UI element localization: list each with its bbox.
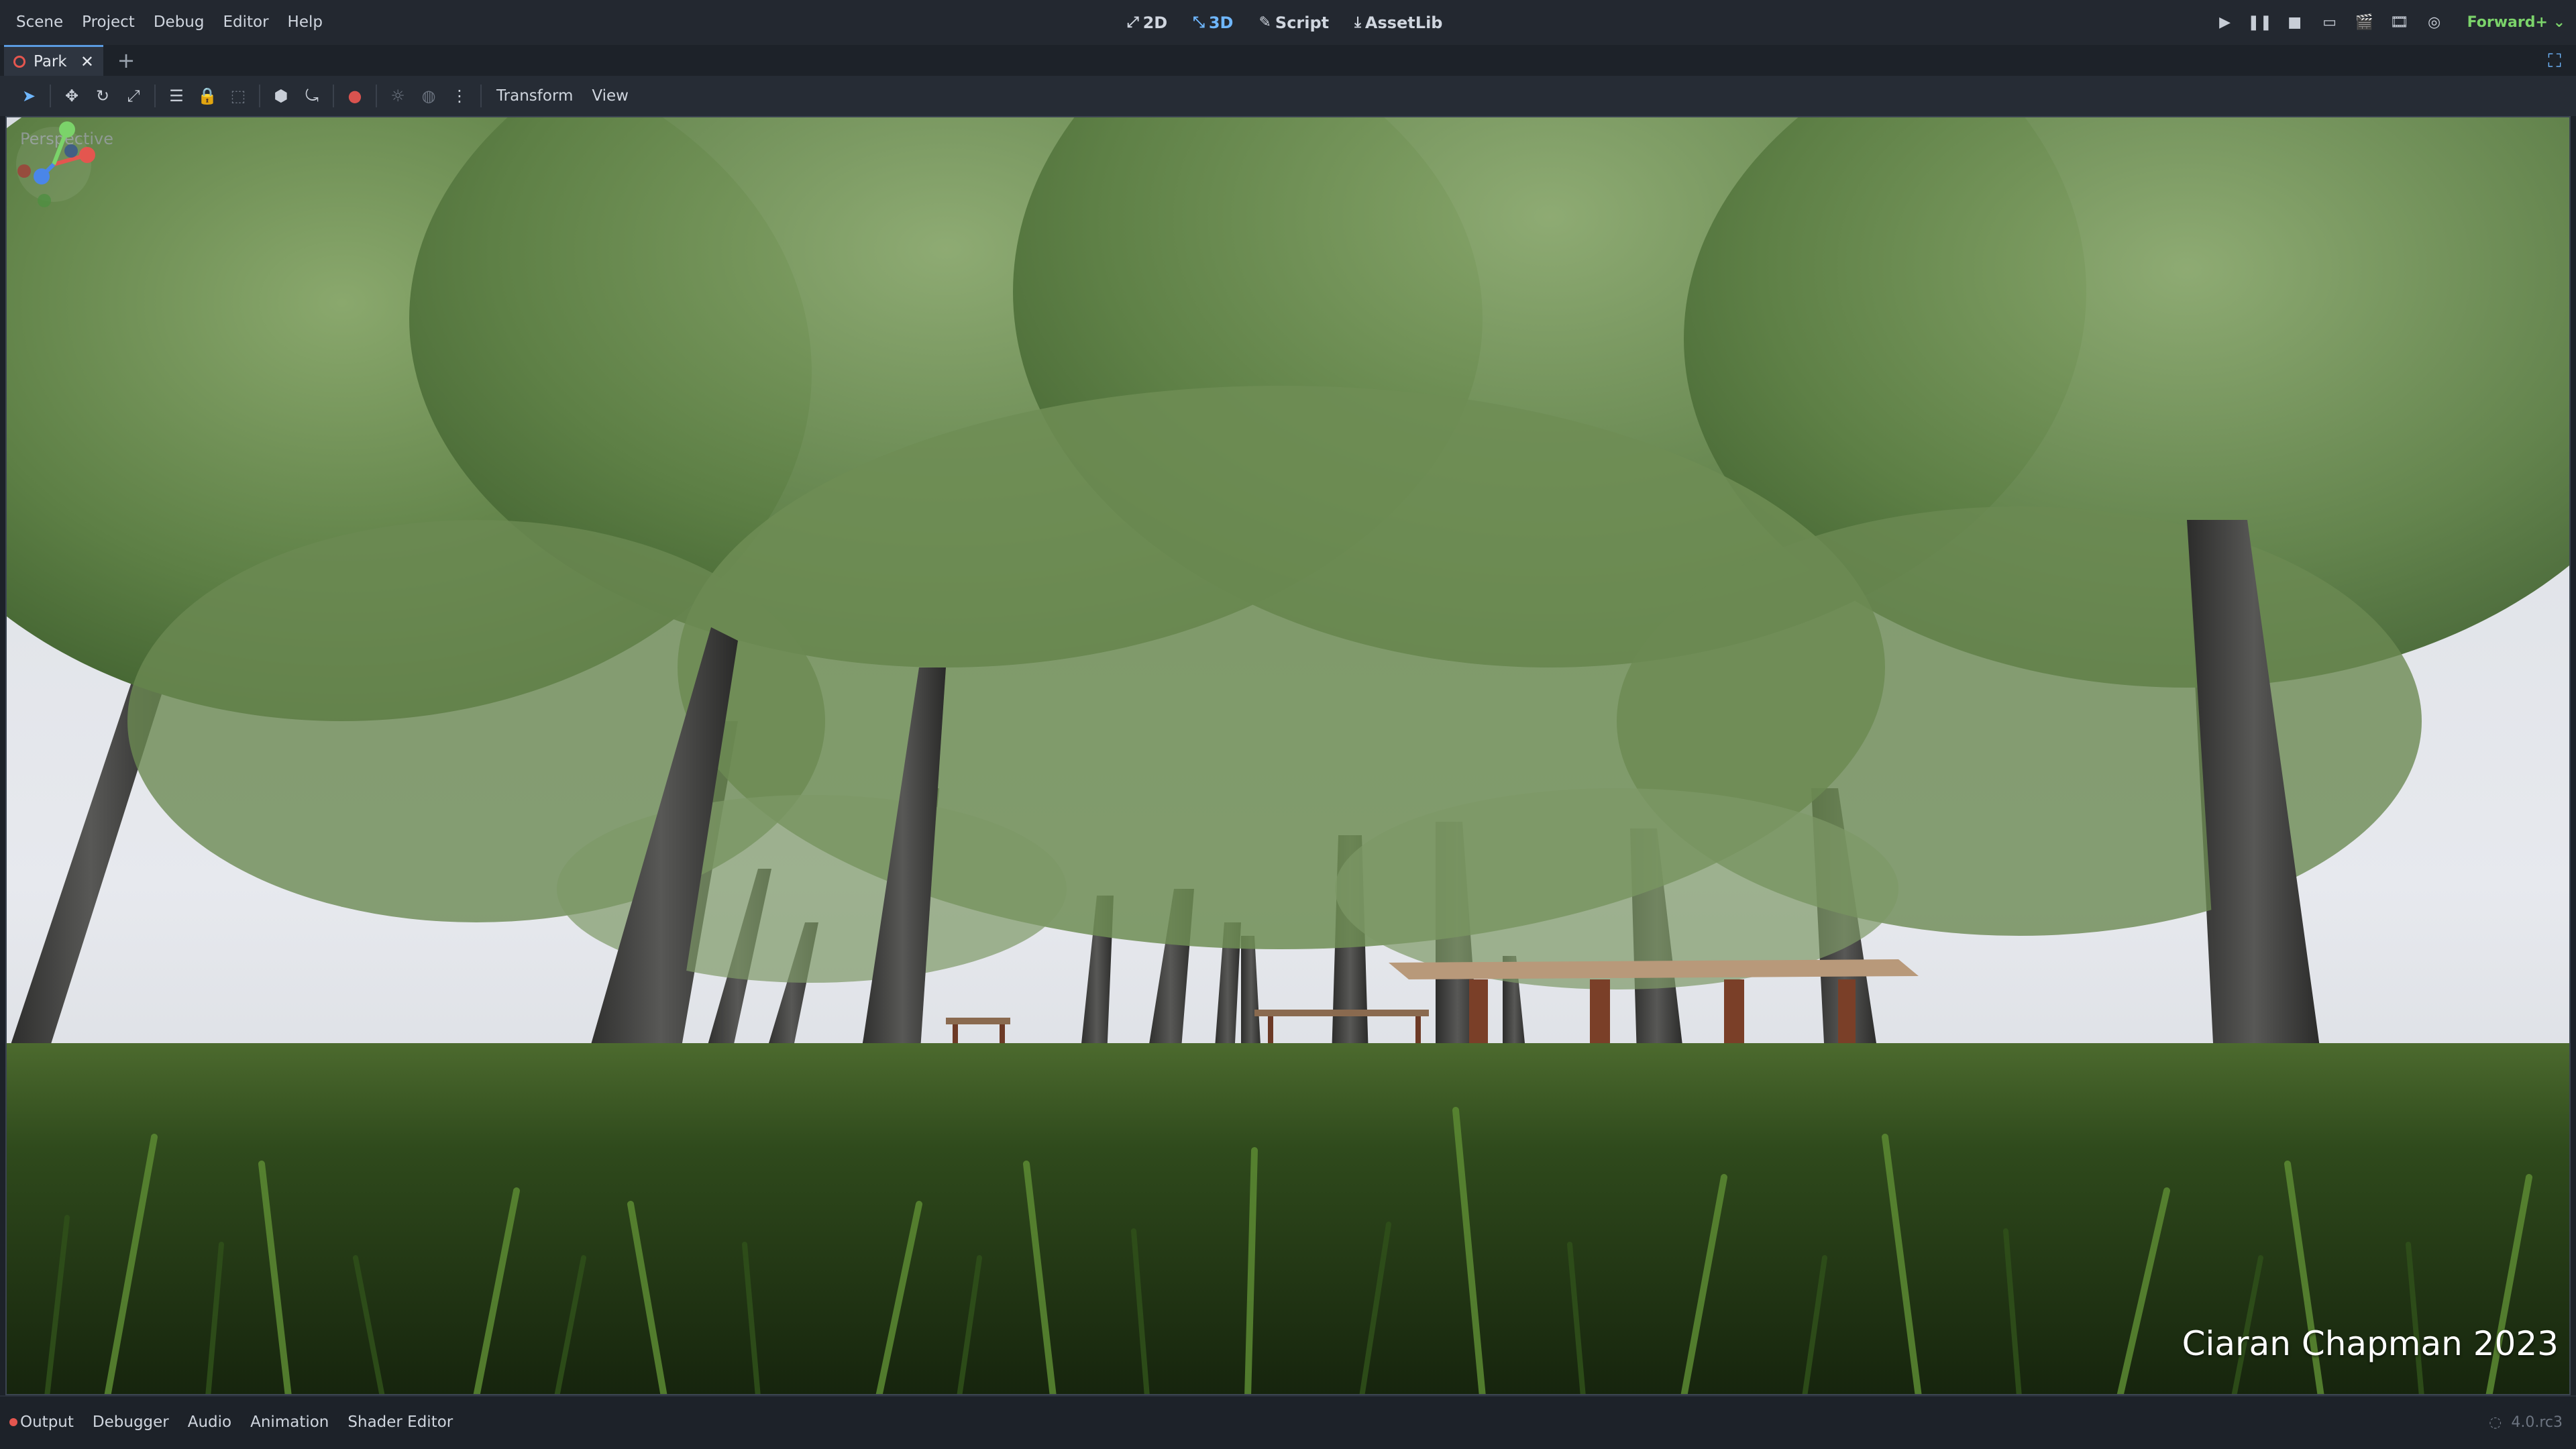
camera-icon: ●: [347, 87, 362, 105]
plus-icon: +: [117, 48, 136, 73]
pause-icon: ❚❚: [2247, 14, 2273, 31]
animation-panel-button[interactable]: Animation: [241, 1413, 338, 1431]
play-icon: ▶: [2219, 14, 2231, 31]
distraction-free-button[interactable]: ⛶: [2544, 50, 2565, 72]
sun-preview-button[interactable]: ☼: [382, 80, 413, 111]
2d-icon: ⤢: [1127, 14, 1139, 31]
toolbar-divider: [50, 85, 51, 107]
menu-bar: Scene Project Debug Editor Help ⤢ 2D ⤡ 3…: [0, 0, 2576, 45]
cube-icon: ⬢: [274, 87, 288, 105]
snap-icon: ⤿: [305, 87, 319, 105]
view-gizmo[interactable]: [7, 117, 101, 211]
output-panel-button[interactable]: Output: [0, 1413, 83, 1431]
kebab-icon: ⋮: [451, 87, 468, 105]
globe-icon: ◍: [421, 87, 436, 105]
more-options-button[interactable]: ⋮: [444, 80, 475, 111]
debugger-panel-button[interactable]: Debugger: [83, 1413, 178, 1431]
bottom-panel-bar: Output Debugger Audio Animation Shader E…: [0, 1395, 2576, 1449]
scene-tab-bar: Park ✕ + ⛶: [0, 45, 2576, 76]
audio-panel-button[interactable]: Audio: [178, 1413, 241, 1431]
renderer-select[interactable]: Forward+ ⌄: [2467, 14, 2565, 31]
list-icon: ☰: [169, 87, 184, 105]
workspace-3d-label: 3D: [1208, 13, 1234, 32]
remote-debug-button[interactable]: ▭: [2320, 13, 2340, 33]
shader-editor-panel-button[interactable]: Shader Editor: [338, 1413, 462, 1431]
menu-editor[interactable]: Editor: [213, 0, 278, 45]
select-tool-button[interactable]: ➤: [13, 80, 44, 111]
toolbar-divider: [480, 85, 482, 107]
play-custom-scene-button[interactable]: 🎞: [2390, 13, 2410, 33]
menu-scene[interactable]: Scene: [7, 0, 72, 45]
pause-button[interactable]: ❚❚: [2247, 13, 2273, 33]
menu-help[interactable]: Help: [278, 0, 332, 45]
workspace-script-label: Script: [1275, 13, 1330, 32]
menu-project[interactable]: Project: [72, 0, 144, 45]
local-space-button[interactable]: ⬢: [266, 80, 297, 111]
update-spinner-icon: ◌: [2489, 1413, 2502, 1431]
snap-button[interactable]: ⤿: [297, 80, 327, 111]
workspace-3d-button[interactable]: ⤡ 3D: [1186, 9, 1240, 36]
list-select-button[interactable]: ☰: [161, 80, 192, 111]
sun-icon: ☼: [390, 87, 405, 105]
workspace-switcher: ⤢ 2D ⤡ 3D ✎ Script ⤓ AssetLib: [1120, 0, 1449, 45]
view-menu[interactable]: View: [582, 87, 638, 105]
play-custom-icon: 🎞: [2390, 14, 2409, 31]
assetlib-icon: ⤓: [1354, 14, 1361, 31]
run-bar: ▶ ❚❚ ■ ▭ 🎬 🎞 ◎ Forward+ ⌄: [2215, 0, 2565, 45]
expand-icon: ⛶: [2548, 50, 2561, 72]
add-tab-button[interactable]: +: [113, 45, 140, 76]
movie-maker-icon: ◎: [2427, 14, 2441, 31]
close-icon[interactable]: ✕: [80, 52, 94, 71]
tree-canopy: [7, 117, 2569, 989]
3d-viewport[interactable]: Perspective Ciaran Chapman 2023: [5, 116, 2571, 1395]
stop-icon: ■: [2288, 14, 2302, 31]
move-tool-button[interactable]: ✥: [56, 80, 87, 111]
camera-override-button[interactable]: ●: [339, 80, 370, 111]
scene-node-icon: [13, 55, 25, 68]
toolbar-divider: [259, 85, 260, 107]
toolbar-divider: [154, 85, 156, 107]
rotate-tool-button[interactable]: ↻: [87, 80, 118, 111]
error-indicator-icon: [9, 1418, 17, 1426]
play-scene-button[interactable]: 🎬: [2355, 13, 2375, 33]
editor-window: Scene Project Debug Editor Help ⤢ 2D ⤡ 3…: [0, 0, 2576, 1449]
play-button[interactable]: ▶: [2215, 13, 2235, 33]
script-icon: ✎: [1258, 14, 1271, 31]
watermark: Ciaran Chapman 2023: [2182, 1324, 2559, 1363]
group-button[interactable]: ⬚: [223, 80, 254, 111]
tab-park[interactable]: Park ✕: [4, 45, 103, 76]
version-info: ◌ 4.0.rc3: [2489, 1407, 2563, 1437]
remote-debug-icon: ▭: [2322, 14, 2337, 31]
toolbar-divider: [333, 85, 334, 107]
viewport-toolbar: ➤ ✥ ↻ ⤢ ☰ 🔒 ⬚ ⬢ ⤿ ● ☼ ◍ ⋮ Transform View: [0, 76, 2576, 116]
workspace-assetlib-button[interactable]: ⤓ AssetLib: [1348, 9, 1449, 36]
cursor-icon: ➤: [21, 87, 36, 105]
rotate-icon: ↻: [95, 87, 110, 105]
move-icon: ✥: [64, 87, 79, 105]
lock-button[interactable]: 🔒: [192, 80, 223, 111]
bottom-panel-tabs: Output Debugger Audio Animation Shader E…: [0, 1407, 462, 1437]
environment-preview-button[interactable]: ◍: [413, 80, 444, 111]
3d-icon: ⤡: [1193, 14, 1205, 31]
workspace-2d-label: 2D: [1142, 13, 1168, 32]
workspace-script-button[interactable]: ✎ Script: [1252, 9, 1336, 36]
tab-park-label: Park: [34, 52, 67, 70]
movie-maker-button[interactable]: ◎: [2424, 13, 2445, 33]
output-label: Output: [20, 1413, 74, 1431]
menu-debug[interactable]: Debug: [144, 0, 214, 45]
workspace-2d-button[interactable]: ⤢ 2D: [1120, 9, 1174, 36]
play-scene-icon: 🎬: [2355, 14, 2374, 31]
main-menu: Scene Project Debug Editor Help: [7, 0, 332, 45]
group-icon: ⬚: [230, 87, 246, 105]
version-label: 4.0.rc3: [2511, 1413, 2563, 1431]
workspace-assetlib-label: AssetLib: [1364, 13, 1443, 32]
scale-tool-button[interactable]: ⤢: [118, 80, 149, 111]
scale-icon: ⤢: [127, 87, 140, 105]
viewport-render: [7, 117, 2569, 1394]
transform-menu[interactable]: Transform: [487, 87, 582, 105]
stop-button[interactable]: ■: [2285, 13, 2305, 33]
toolbar-divider: [376, 85, 377, 107]
lock-icon: 🔒: [197, 87, 217, 105]
